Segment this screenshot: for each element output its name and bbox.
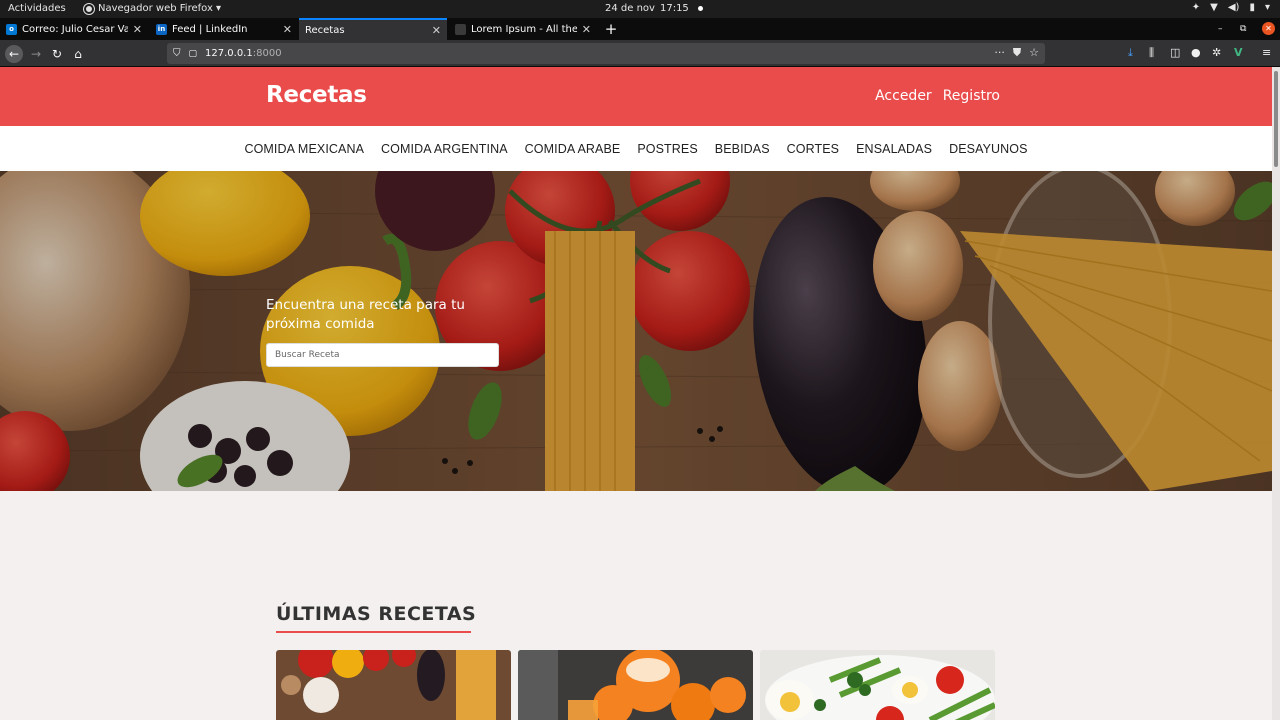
minimize-button[interactable]: – [1218, 18, 1223, 40]
clock[interactable]: 24 de nov 17:15 [605, 3, 703, 14]
recipe-search-input[interactable] [266, 343, 499, 367]
category-link[interactable]: ENSALADAS [856, 142, 932, 156]
recipe-card-image [518, 650, 753, 720]
reload-button[interactable]: ↻ [48, 45, 66, 63]
system-top-bar: Actividades Navegador web Firefox ▾ 24 d… [0, 0, 1280, 18]
tab-title: Feed | LinkedIn [172, 23, 248, 35]
category-nav: COMIDA MEXICANA COMIDA ARGENTINA COMIDA … [0, 126, 1272, 171]
volume-icon: ◀) [1227, 2, 1240, 13]
clock-date: 24 de nov [605, 3, 655, 14]
shield-icon[interactable]: ⛉ [173, 48, 181, 59]
page-info-icon[interactable]: ▢ [189, 49, 198, 59]
tab-strip: o Correo: Julio Cesar Valad ✕ in Feed | … [0, 18, 1280, 40]
tab-title: Lorem Ipsum - All the fac [471, 23, 577, 35]
forward-button[interactable]: → [27, 45, 45, 63]
category-link[interactable]: CORTES [787, 142, 839, 156]
recipe-card[interactable] [276, 650, 511, 720]
extension-icon[interactable]: ✲ [1212, 46, 1221, 59]
linkedin-icon: in [156, 23, 167, 35]
url-host: 127.0.0.1 [205, 48, 253, 59]
hamburger-menu-icon[interactable]: ≡ [1262, 46, 1271, 59]
recipe-card[interactable] [518, 650, 753, 720]
navigation-toolbar: ← → ↻ ⌂ ⛉ ▢ 127.0.0.1:8000 ··· ⛊ ☆ ⤓ ⫼ ◫… [0, 40, 1280, 67]
notification-dot [697, 6, 703, 11]
clock-time: 17:15 [659, 3, 689, 14]
page-scrollbar[interactable] [1272, 67, 1280, 720]
downloads-icon[interactable]: ⤓ [1128, 46, 1133, 60]
register-link[interactable]: Registro [943, 88, 1000, 104]
home-button[interactable]: ⌂ [69, 45, 87, 63]
app-menu[interactable]: Navegador web Firefox ▾ [84, 3, 221, 14]
category-link[interactable]: COMIDA ARGENTINA [381, 142, 508, 156]
category-link[interactable]: COMIDA ARABE [525, 142, 621, 156]
url-port: :8000 [252, 48, 282, 59]
hero-overlay [0, 171, 1272, 491]
heading-underline [276, 631, 471, 633]
bookmark-star-icon[interactable]: ☆ [1029, 46, 1039, 60]
url-bar[interactable]: ⛉ ▢ 127.0.0.1:8000 ··· ⛊ ☆ [167, 43, 1045, 64]
recipe-card[interactable] [760, 650, 995, 720]
tab-title: Correo: Julio Cesar Valad [22, 23, 128, 35]
restore-button[interactable]: ⧉ [1240, 18, 1246, 40]
recipe-card-image [276, 650, 511, 720]
category-link[interactable]: COMIDA MEXICANA [244, 142, 364, 156]
close-tab-icon[interactable]: ✕ [283, 23, 292, 36]
tab-title: Recetas [305, 24, 345, 36]
close-tab-icon[interactable]: ✕ [133, 23, 142, 36]
firefox-icon [84, 3, 94, 14]
site-logo[interactable]: Recetas [266, 82, 367, 108]
library-icon[interactable]: ⫼ [1149, 46, 1154, 60]
scrollbar-thumb[interactable] [1274, 71, 1278, 167]
back-button[interactable]: ← [5, 45, 23, 63]
category-link[interactable]: BEBIDAS [715, 142, 770, 156]
category-link[interactable]: POSTRES [637, 142, 697, 156]
auth-links: Acceder Registro [875, 88, 1000, 104]
recipe-card-image [760, 650, 995, 720]
hero-banner: Encuentra una receta para tu próxima com… [0, 171, 1272, 491]
wifi-icon: ▼ [1210, 2, 1218, 13]
close-tab-icon[interactable]: ✕ [432, 24, 441, 37]
dropbox-icon[interactable]: ✦ [1192, 2, 1200, 13]
latest-recipes-heading: ÚLTIMAS RECETAS [276, 603, 477, 625]
vue-devtools-icon[interactable]: V [1234, 46, 1243, 59]
tab-linkedin[interactable]: in Feed | LinkedIn ✕ [150, 18, 298, 40]
activities-button[interactable]: Actividades [8, 3, 66, 14]
tab-outlook[interactable]: o Correo: Julio Cesar Valad ✕ [0, 18, 148, 40]
page-actions-icon[interactable]: ··· [994, 46, 1005, 60]
tab-recetas[interactable]: Recetas ✕ [299, 18, 447, 40]
login-link[interactable]: Acceder [875, 88, 932, 104]
site-header: Recetas Acceder Registro [0, 67, 1272, 126]
pocket-icon[interactable]: ⛊ [1013, 46, 1021, 60]
system-tray[interactable]: ✦ ▼ ◀) ▮ ▾ [1192, 2, 1270, 13]
battery-icon: ▮ [1249, 2, 1255, 13]
url-text: 127.0.0.1:8000 [205, 48, 282, 59]
outlook-icon: o [6, 23, 17, 35]
new-tab-button[interactable]: + [600, 18, 622, 40]
close-tab-icon[interactable]: ✕ [582, 23, 591, 36]
category-link[interactable]: DESAYUNOS [949, 142, 1027, 156]
sidebar-icon[interactable]: ◫ [1170, 46, 1180, 59]
lorem-icon [455, 23, 466, 35]
hero-tagline: Encuentra una receta para tu próxima com… [266, 297, 465, 332]
account-icon[interactable]: ● [1191, 46, 1201, 59]
tab-lorem-ipsum[interactable]: Lorem Ipsum - All the fac ✕ [449, 18, 597, 40]
web-page: Recetas Acceder Registro COMIDA MEXICANA… [0, 67, 1272, 720]
close-window-button[interactable]: ✕ [1262, 22, 1275, 35]
app-menu-label: Navegador web Firefox ▾ [98, 3, 222, 14]
system-menu-icon[interactable]: ▾ [1265, 2, 1270, 13]
